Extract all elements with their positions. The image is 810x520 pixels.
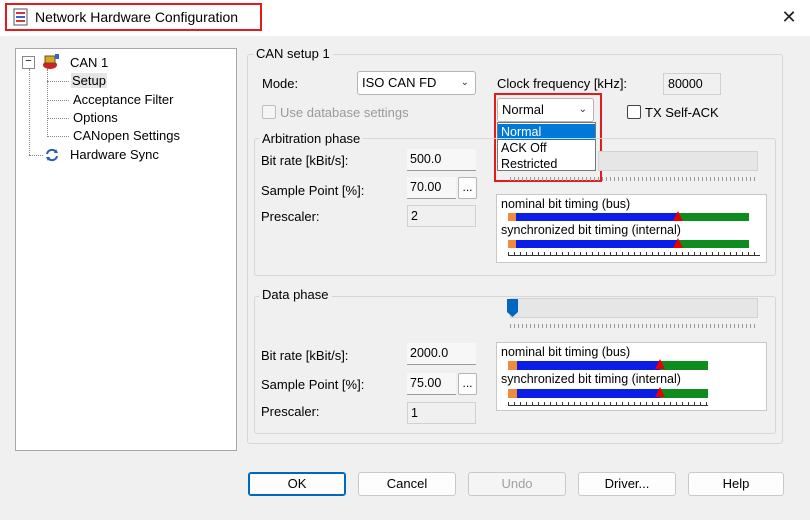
data-sync-phase2-seg	[660, 389, 708, 398]
arbitration-sync-label: synchronized bit timing (internal)	[501, 223, 681, 237]
data-prescaler-label: Prescaler:	[261, 404, 320, 419]
data-sample-point-label: Sample Point [%]:	[261, 377, 365, 392]
can-setup-group-title: CAN setup 1	[253, 46, 333, 61]
data-sample-point-field[interactable]: 75.00	[407, 373, 456, 395]
arbitration-slider-ticks	[510, 177, 758, 181]
data-prescaler-field: 1	[407, 402, 476, 424]
use-database-settings-label: Use database settings	[280, 105, 409, 120]
tree-item-canopen-settings[interactable]: CANopen Settings	[73, 128, 180, 143]
data-sync-sample-marker	[655, 387, 665, 397]
arbitration-timing-box: nominal bit timing (bus) synchronized bi…	[496, 194, 767, 263]
arbitration-timing-axis-ticks	[508, 252, 760, 256]
window-title: Network Hardware Configuration	[35, 9, 239, 25]
sync-icon	[44, 147, 60, 163]
can-device-icon	[41, 53, 61, 71]
arbitration-bitrate-label: Bit rate [kBit/s]:	[261, 153, 349, 168]
tree-item-hardware-sync[interactable]: Hardware Sync	[70, 147, 159, 162]
tree-item-can1[interactable]: CAN 1	[70, 55, 108, 70]
clock-frequency-label: Clock frequency [kHz]:	[497, 76, 628, 91]
data-sync-sync-seg	[508, 389, 517, 398]
chevron-down-icon: ⌄	[460, 77, 469, 88]
ok-button[interactable]: OK	[248, 472, 346, 496]
arbitration-sync-phase1-seg	[516, 240, 679, 248]
undo-button[interactable]: Undo	[468, 472, 566, 496]
use-database-settings-checkbox[interactable]	[262, 105, 276, 119]
tree-connector	[47, 81, 69, 82]
tree-connector	[47, 118, 69, 119]
arbitration-sync-sync-seg	[508, 240, 516, 248]
arbitration-sync-sample-marker	[673, 238, 683, 248]
tree-connector	[47, 100, 69, 101]
tree-connector	[29, 155, 43, 156]
cancel-button[interactable]: Cancel	[358, 472, 456, 496]
arbitration-prescaler-label: Prescaler:	[261, 209, 320, 224]
data-phase-title: Data phase	[259, 287, 332, 302]
arbitration-nominal-phase2-seg	[679, 213, 749, 221]
tx-self-ack-checkbox[interactable]	[627, 105, 641, 119]
data-phase-slider-thumb[interactable]	[507, 299, 518, 317]
arbitration-sample-point-field[interactable]: 70.00	[407, 177, 456, 199]
arbitration-nominal-label: nominal bit timing (bus)	[501, 197, 631, 211]
app-icon	[12, 8, 30, 26]
data-bitrate-label: Bit rate [kBit/s]:	[261, 348, 349, 363]
data-nominal-sync-seg	[508, 361, 517, 370]
data-sample-point-browse-button[interactable]: ...	[458, 373, 477, 395]
arbitration-sync-phase2-seg	[679, 240, 749, 248]
data-timing-axis-ticks	[508, 402, 708, 406]
tree-connector	[47, 69, 48, 137]
data-sync-phase1-seg	[517, 389, 660, 398]
tree-connector	[47, 136, 69, 137]
data-nominal-phase1-seg	[517, 361, 660, 370]
driver-button[interactable]: Driver...	[578, 472, 676, 496]
data-nominal-phase2-seg	[660, 361, 708, 370]
tree-item-acceptance-filter[interactable]: Acceptance Filter	[73, 92, 173, 107]
data-timing-box: nominal bit timing (bus) synchronized bi…	[496, 342, 767, 411]
data-bitrate-field[interactable]: 2000.0	[407, 343, 476, 365]
arbitration-nominal-sync-seg	[508, 213, 516, 221]
clock-frequency-field: 80000	[663, 73, 721, 95]
tx-self-ack-label: TX Self-ACK	[645, 105, 719, 120]
arbitration-bitrate-field[interactable]: 500.0	[407, 149, 476, 171]
arbitration-nominal-sample-marker	[673, 211, 683, 221]
data-phase-slider-ticks	[510, 324, 758, 328]
mode-label: Mode:	[262, 76, 299, 91]
help-button[interactable]: Help	[688, 472, 784, 496]
hardware-tree: − CAN 1 Setup Acceptance Filter Options …	[15, 48, 237, 451]
arbitration-prescaler-field: 2	[407, 205, 476, 227]
mode-value: ISO CAN FD	[362, 75, 437, 90]
arbitration-sample-point-browse-button[interactable]: ...	[458, 177, 477, 199]
close-button[interactable]: ✕	[778, 6, 800, 28]
arbitration-sample-point-label: Sample Point [%]:	[261, 183, 365, 198]
tree-item-setup[interactable]: Setup	[71, 73, 107, 88]
tree-expander-can1[interactable]: −	[22, 56, 35, 69]
arbitration-phase-title: Arbitration phase	[259, 131, 364, 146]
tree-connector	[29, 69, 30, 155]
arbitration-nominal-phase1-seg	[516, 213, 679, 221]
data-phase-slider-track[interactable]	[510, 298, 758, 318]
mode-combo[interactable]: ISO CAN FD ⌄	[357, 71, 476, 95]
arbitration-slider-track[interactable]	[598, 151, 758, 171]
data-nominal-sample-marker	[655, 359, 665, 369]
data-sync-label: synchronized bit timing (internal)	[501, 372, 681, 386]
tree-item-options[interactable]: Options	[73, 110, 118, 125]
data-nominal-label: nominal bit timing (bus)	[501, 345, 631, 359]
